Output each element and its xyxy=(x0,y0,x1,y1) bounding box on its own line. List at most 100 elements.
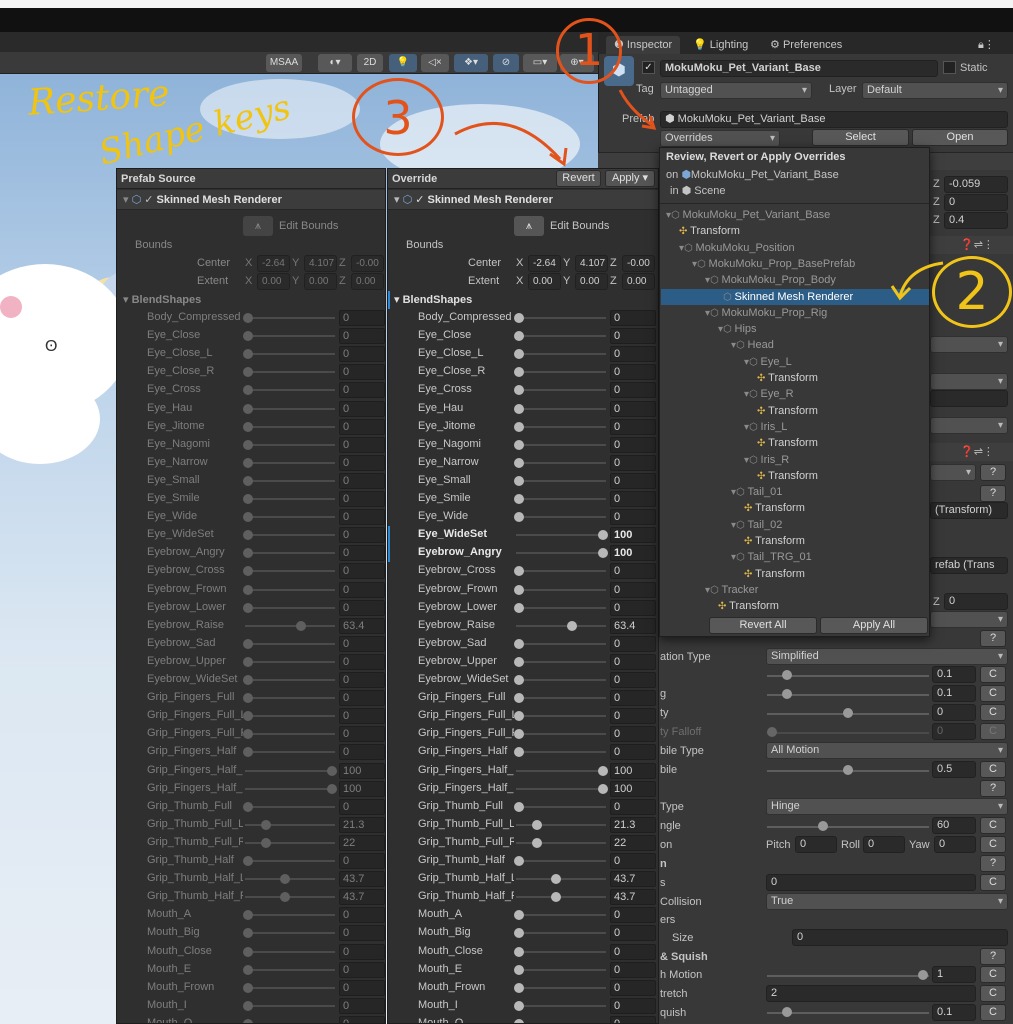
blendshape-slider-track[interactable] xyxy=(516,715,606,718)
blendshape-slider-knob[interactable] xyxy=(514,584,524,595)
hidden-objects-icon[interactable]: ⊘ xyxy=(493,54,519,72)
blendshapes-header[interactable]: ▾ BlendShapes xyxy=(394,293,472,306)
value-field[interactable]: 0.1 xyxy=(932,666,976,683)
blendshape-slider-knob[interactable] xyxy=(514,439,524,450)
tree-item-gameobject[interactable]: ▾⬡ Iris_L xyxy=(744,419,787,435)
tree-item-transform[interactable]: ✣ Transform xyxy=(744,533,805,549)
blendshape-row[interactable]: Mouth_E 0 xyxy=(388,961,658,979)
blendshape-row[interactable]: Grip_Fingers_Half_L 100 xyxy=(388,762,658,780)
active-checkbox[interactable]: ✓ xyxy=(642,61,655,74)
blendshape-slider-track[interactable] xyxy=(516,1004,606,1007)
blendshape-slider-knob[interactable] xyxy=(550,892,561,903)
inspector-dropdown[interactable] xyxy=(930,464,976,481)
help-button[interactable]: ? xyxy=(980,855,1006,872)
audio-toggle-icon[interactable]: ◁× xyxy=(421,54,449,72)
slider-knob[interactable] xyxy=(918,970,928,980)
slider-track[interactable] xyxy=(767,975,929,977)
blendshape-slider-track[interactable] xyxy=(516,624,606,627)
blendshape-slider-track[interactable] xyxy=(516,534,606,537)
blendshape-value-field[interactable]: 0 xyxy=(610,436,656,453)
value-field[interactable]: 0 xyxy=(792,929,1008,946)
value-field[interactable]: 1 xyxy=(932,966,976,983)
blendshape-slider-knob[interactable] xyxy=(514,675,524,685)
blendshape-value-field[interactable]: 0 xyxy=(610,581,656,598)
blendshape-slider-track[interactable] xyxy=(516,841,606,844)
value-field[interactable]: 2 xyxy=(766,985,976,1002)
tree-item-gameobject[interactable]: ▾⬡ Tail_01 xyxy=(731,484,782,500)
blendshape-slider-track[interactable] xyxy=(516,733,606,736)
layer-dropdown[interactable]: Default xyxy=(862,82,1008,99)
blendshape-row[interactable]: Grip_Fingers_Half 0 xyxy=(388,743,658,761)
blendshape-slider-knob[interactable] xyxy=(598,783,608,794)
blendshape-row[interactable]: Eye_Close 0 xyxy=(388,327,658,345)
blendshape-row[interactable]: Grip_Fingers_Half_R 100 xyxy=(388,780,658,798)
blendshape-slider-knob[interactable] xyxy=(514,512,524,523)
center-y-field[interactable]: 4.107 xyxy=(575,255,608,272)
enabled-checkbox[interactable]: ✓ xyxy=(415,194,424,206)
blendshape-row[interactable]: Mouth_A 0 xyxy=(388,906,658,924)
inspector-dropdown[interactable] xyxy=(930,373,1008,390)
tree-item-gameobject[interactable]: ▾⬡ Hips xyxy=(718,321,757,337)
blendshape-row[interactable]: Eyebrow_Lower 0 xyxy=(388,599,658,617)
edit-bounds-icon[interactable]: ⩚ xyxy=(514,216,544,236)
blendshape-slider-knob[interactable] xyxy=(514,656,524,667)
slider-knob[interactable] xyxy=(782,689,792,699)
blendshape-slider-knob[interactable] xyxy=(514,349,524,360)
blendshape-slider-track[interactable] xyxy=(516,425,606,428)
help-icon[interactable]: ❓⇌⋮ xyxy=(960,445,994,458)
blendshape-slider-track[interactable] xyxy=(516,642,606,645)
blendshape-value-field[interactable]: 0 xyxy=(610,907,656,924)
blendshape-slider-track[interactable] xyxy=(516,860,606,862)
tree-item-transform[interactable]: ✣ Transform xyxy=(679,223,740,239)
blendshape-slider-knob[interactable] xyxy=(514,747,524,758)
blendshape-value-field[interactable]: 21.3 xyxy=(610,816,656,833)
blendshape-value-field[interactable]: 0 xyxy=(610,328,656,345)
blendshape-row[interactable]: Grip_Thumb_Half_L 43.7 xyxy=(388,870,658,888)
blendshape-slider-track[interactable] xyxy=(516,679,606,681)
curve-button[interactable]: C xyxy=(980,966,1006,983)
blendshape-slider-knob[interactable] xyxy=(598,765,608,776)
blendshape-value-field[interactable]: 0 xyxy=(610,708,656,725)
blendshape-row[interactable]: Eyebrow_Raise 63.4 xyxy=(388,617,658,635)
blendshape-slider-track[interactable] xyxy=(516,823,606,826)
blendshape-row[interactable]: Eye_WideSet 100 xyxy=(388,526,658,545)
slider-knob[interactable] xyxy=(782,670,792,680)
blendshape-value-field[interactable]: 0 xyxy=(610,653,656,670)
object-name-field[interactable]: MokuMoku_Pet_Variant_Base xyxy=(660,60,938,77)
blendshape-value-field[interactable]: 43.7 xyxy=(610,871,656,888)
blendshape-row[interactable]: Eye_Narrow 0 xyxy=(388,454,658,472)
blendshape-slider-track[interactable] xyxy=(516,353,606,356)
blendshape-slider-track[interactable] xyxy=(516,335,606,338)
extent-z-field[interactable]: 0.00 xyxy=(622,273,655,290)
blendshape-value-field[interactable]: 0 xyxy=(610,1015,656,1023)
blendshape-slider-knob[interactable] xyxy=(514,729,524,740)
foldout-arrow-icon[interactable]: ▾ xyxy=(388,194,400,206)
blendshape-value-field[interactable]: 0 xyxy=(610,491,656,507)
blendshape-slider-knob[interactable] xyxy=(514,494,524,504)
tree-item-gameobject[interactable]: ▾⬡ MokuMoku_Position xyxy=(679,240,795,256)
blendshape-slider-knob[interactable] xyxy=(514,946,524,957)
blendshape-value-field[interactable]: 0 xyxy=(610,925,656,942)
blendshape-slider-track[interactable] xyxy=(516,606,606,609)
blendshape-slider-track[interactable] xyxy=(516,751,606,754)
blendshape-value-field[interactable]: 43.7 xyxy=(610,889,656,906)
curve-button[interactable]: C xyxy=(980,874,1006,891)
blendshape-slider-track[interactable] xyxy=(516,407,606,410)
blendshape-row[interactable]: Mouth_Frown 0 xyxy=(388,979,658,997)
blendshape-slider-track[interactable] xyxy=(516,896,606,899)
update-mode-dropdown[interactable]: Simplified xyxy=(766,648,1008,665)
blendshape-value-field[interactable]: 0 xyxy=(610,364,656,381)
blendshape-value-field[interactable]: 0 xyxy=(610,310,656,326)
blendshape-slider-knob[interactable] xyxy=(531,819,542,830)
blendshape-value-field[interactable]: 0 xyxy=(610,672,656,688)
help-button[interactable]: ? xyxy=(980,948,1006,965)
blendshape-value-field[interactable]: 100 xyxy=(610,762,656,779)
tree-item-gameobject[interactable]: ▾⬡ MokuMoku_Pet_Variant_Base xyxy=(666,207,830,223)
inspector-dropdown[interactable] xyxy=(930,611,1008,628)
blendshape-slider-knob[interactable] xyxy=(514,313,524,323)
blendshape-value-field[interactable]: 22 xyxy=(610,834,656,851)
select-button[interactable]: Select xyxy=(812,129,909,146)
blendshape-slider-knob[interactable] xyxy=(514,910,524,921)
overrides-dropdown[interactable]: Overrides xyxy=(660,130,780,147)
component-header[interactable]: ❓⇌⋮ xyxy=(930,236,1013,254)
